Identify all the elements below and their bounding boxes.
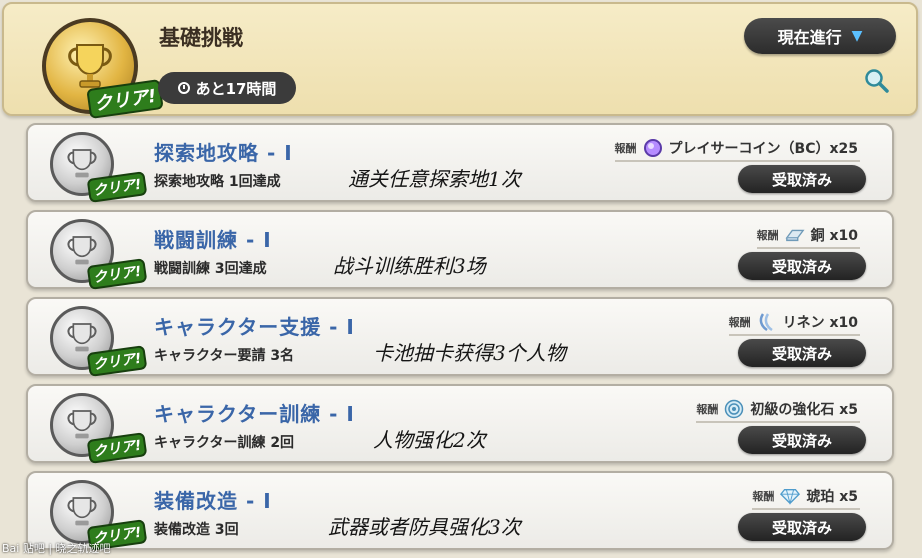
trophy-icon xyxy=(67,323,97,352)
reward-text: 銅 x10 xyxy=(810,228,858,244)
clock-icon xyxy=(177,82,190,94)
dropdown-triangle-icon: ▼ xyxy=(851,28,863,44)
time-remaining-text: あと17時間 xyxy=(195,79,277,98)
claimed-button[interactable]: 受取済み xyxy=(738,513,866,541)
ingot-icon xyxy=(785,225,805,245)
mission-note: 战斗训练胜利3场 xyxy=(333,254,486,278)
magnifier-icon[interactable] xyxy=(864,68,890,94)
trophy-icon xyxy=(67,497,97,526)
reward-text: 琥珀 x5 xyxy=(806,489,858,505)
mission-card: クリア! キャラクター訓練 - Ⅰ キャラクター訓練 2回 人物强化2次 報酬 … xyxy=(26,384,894,464)
mission-card: クリア! キャラクター支援 - Ⅰ キャラクター要請 3名 卡池抽卡获得3个人物… xyxy=(26,297,894,377)
reward-text: 初級の強化石 x5 xyxy=(750,402,858,418)
mission-note: 武器或者防具强化3次 xyxy=(328,515,521,539)
mission-name: 装備改造 - Ⅰ xyxy=(154,489,272,513)
claimed-button[interactable]: 受取済み xyxy=(738,252,866,280)
filter-in-progress-button[interactable]: 現在進行 ▼ xyxy=(744,18,896,54)
coin-icon xyxy=(643,138,663,158)
mission-card: クリア! 戦闘訓練 - Ⅰ 戦闘訓練 3回達成 战斗训练胜利3场 報酬 銅 x1… xyxy=(26,210,894,290)
mission-reward: 報酬 プレイサーコイン（BC）x25 xyxy=(614,137,860,162)
mission-reward: 報酬 銅 x10 xyxy=(756,224,860,249)
reward-text: リネン x10 xyxy=(782,315,858,331)
mission-name: キャラクター訓練 - Ⅰ xyxy=(154,402,355,426)
watermark-text: Bai 贴吧 | 晓之轨迹吧 xyxy=(2,542,111,555)
reward-text: プレイサーコイン（BC）x25 xyxy=(668,141,858,157)
trophy-icon xyxy=(67,410,97,439)
mission-note: 通关任意探索地1次 xyxy=(348,167,521,191)
linen-icon xyxy=(757,312,777,332)
mission-condition: 戦闘訓練 3回達成 xyxy=(154,261,267,277)
stone-icon xyxy=(724,399,744,419)
reward-label: 報酬 xyxy=(696,403,719,416)
mission-reward: 報酬 琥珀 x5 xyxy=(752,485,860,510)
mission-reward: 報酬 初級の強化石 x5 xyxy=(696,398,860,423)
mission-condition: キャラクター訓練 2回 xyxy=(154,435,295,451)
trophy-icon xyxy=(67,149,97,178)
time-remaining-badge: あと17時間 xyxy=(158,72,296,104)
filter-label: 現在進行 xyxy=(777,28,842,47)
mission-name: 戦闘訓練 - Ⅰ xyxy=(154,228,272,252)
page-title: 基礎挑戦 xyxy=(159,26,243,50)
claimed-button[interactable]: 受取済み xyxy=(738,165,866,193)
mission-card: クリア! 装備改造 - Ⅰ 装備改造 3回 武器或者防具强化3次 報酬 琥珀 x… xyxy=(26,471,894,551)
mission-note: 人物强化2次 xyxy=(373,428,486,452)
mission-condition: キャラクター要請 3名 xyxy=(154,348,295,364)
daily-challenge-header: クリア! 基礎挑戦 あと17時間 現在進行 ▼ xyxy=(2,2,918,120)
reward-label: 報酬 xyxy=(614,142,637,155)
mission-condition: 装備改造 3回 xyxy=(154,522,239,538)
trophy-icon xyxy=(67,236,97,265)
reward-label: 報酬 xyxy=(756,229,779,242)
mission-reward: 報酬 リネン x10 xyxy=(728,311,860,336)
claimed-button[interactable]: 受取済み xyxy=(738,339,866,367)
mission-name: キャラクター支援 - Ⅰ xyxy=(154,315,355,339)
mission-condition: 探索地攻略 1回達成 xyxy=(154,174,281,190)
reward-label: 報酬 xyxy=(728,316,751,329)
claimed-button[interactable]: 受取済み xyxy=(738,426,866,454)
reward-label: 報酬 xyxy=(752,490,775,503)
mission-note: 卡池抽卡获得3个人物 xyxy=(373,341,566,365)
mission-card: クリア! 探索地攻略 - Ⅰ 探索地攻略 1回達成 通关任意探索地1次 報酬 プ… xyxy=(26,123,894,203)
gem-icon xyxy=(780,486,801,506)
trophy-icon xyxy=(68,44,112,88)
mission-name: 探索地攻略 - Ⅰ xyxy=(154,141,293,165)
